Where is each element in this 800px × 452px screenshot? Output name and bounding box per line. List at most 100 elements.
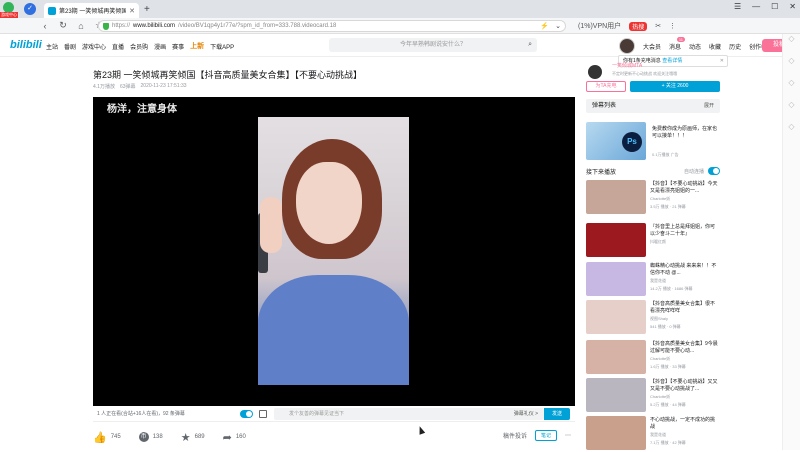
danmaku-settings-icon[interactable] [259, 410, 267, 418]
search-icon[interactable]: ⌕ [528, 38, 532, 52]
new-tab-button[interactable]: + [144, 4, 150, 15]
danmaku-input[interactable]: 发个友善的弹幕见证当下 弹幕礼仪 > [274, 408, 544, 420]
star-icon: ★ [180, 431, 191, 444]
window-close-icon[interactable]: ✕ [789, 2, 796, 11]
rec-author[interactable]: 抖暖红颜 [650, 239, 666, 245]
dropdown-icon[interactable]: ⌄ [555, 22, 561, 30]
danmaku-toggle[interactable] [240, 410, 253, 418]
recommendation-item[interactable]: 【抖音高质量美女合集】很不看漂亮咩咩咩 视图Shaly 541 播放 · 0 弹… [586, 300, 722, 336]
vpn-status[interactable]: (1%)VPN用户 [578, 21, 621, 31]
top-nav: 主站 番剧 游戏中心 直播 会员购 漫画 赛事 上新 下载APP [46, 42, 234, 51]
coin-icon: 币 [138, 432, 149, 442]
secure-shield-icon [103, 22, 109, 30]
reload-icon[interactable]: ↻ [58, 20, 68, 31]
autoplay-toggle[interactable] [708, 167, 720, 175]
video-frame [258, 117, 409, 385]
rec-title: 不心动挑战，一定不成功的挑战 [650, 417, 716, 430]
scissors-icon[interactable]: ✂ [655, 22, 661, 30]
rec-author[interactable]: 我是花道 [650, 432, 666, 438]
recommendation-item[interactable]: 【抖音】【不要心动挑战】又又又是不要心动挑战了... Charlotte妖 5.… [586, 378, 722, 414]
nav-download-app[interactable]: 下载APP [210, 42, 234, 51]
thumbs-up-icon: 👍 [93, 431, 107, 444]
nav-main[interactable]: 主站 [46, 42, 58, 51]
rec-author[interactable]: 视图Shaly [650, 316, 668, 322]
back-icon[interactable]: ‹ [40, 21, 50, 31]
nav-messages[interactable]: 消息 11 [669, 37, 686, 51]
home-icon[interactable]: ⌂ [76, 21, 86, 31]
more-icon[interactable]: ⋮ [669, 22, 676, 30]
like-button[interactable]: 👍 745 [93, 431, 121, 444]
browser-home-icon[interactable]: ✓ [24, 3, 36, 15]
watching-count: 1 人正在看(合站+16人在看)，92 条弹幕 [97, 411, 185, 417]
view-count: 4.1万播放 [93, 84, 115, 90]
tab-close-icon[interactable]: ✕ [129, 7, 135, 15]
next-up-header: 接下来播放 自动连播 [586, 167, 720, 177]
nav-vip[interactable]: 大会员 [643, 42, 661, 51]
window-minimize-icon[interactable]: — [752, 2, 760, 11]
bolt-icon[interactable]: ⚡ [540, 22, 549, 30]
tab-active[interactable]: 第23期 一笑倾城再笑倾国【抖... ✕ [44, 3, 139, 18]
frame-face [296, 162, 362, 244]
user-avatar[interactable] [619, 38, 635, 54]
report-link[interactable]: 稿件投诉 [503, 431, 527, 440]
rec-author[interactable]: Charlotte妖 [650, 394, 670, 400]
window-menu-icon[interactable]: ☰ [734, 2, 741, 11]
video-player[interactable]: 杨洋，注意身体 [93, 97, 575, 406]
rec-title: 【抖音高质量美女合集】很不看漂亮咩咩咩 [650, 301, 716, 314]
up-name[interactable]: 一笑倾城MTA [612, 62, 642, 69]
rec-author[interactable]: Charlotte妖 [650, 196, 670, 202]
charge-button[interactable]: 为TA充电 [586, 81, 626, 92]
danmaku-list-expand[interactable]: 展开 [704, 99, 714, 113]
rec-stats: 7.1万 播放 · 42 弹幕 [650, 440, 686, 445]
nav-live[interactable]: 直播 [112, 42, 124, 51]
follow-button[interactable]: + 关注 2600 [630, 81, 720, 92]
float-icon-1[interactable]: ◇ [783, 34, 800, 56]
share-button[interactable]: ➦ 160 [223, 431, 246, 444]
recommendation-item[interactable]: 【抖音】【不要心动挑战】今天又是看漂亮姐姐的一... Charlotte妖 3.… [586, 180, 722, 216]
recommendation-item[interactable]: 不心动挑战，一定不成功的挑战 我是花道 7.1万 播放 · 42 弹幕 [586, 416, 722, 452]
float-icon-3[interactable]: ◇ [783, 78, 800, 100]
rec-thumbnail [586, 300, 646, 334]
ad-card[interactable]: Ps 免费教你成为原画师，在家也可以接单！！！ 0.1万播放 广告 [586, 122, 722, 162]
nav-manga[interactable]: 漫画 [154, 42, 166, 51]
nav-dynamics[interactable]: 动态 [689, 42, 701, 51]
nav-game-center[interactable]: 游戏中心 [82, 42, 106, 51]
nav-esports[interactable]: 赛事 [172, 42, 184, 51]
send-danmaku-button[interactable]: 发送 [544, 408, 570, 420]
window-maximize-icon[interactable]: ☐ [771, 2, 778, 11]
float-icon-2[interactable]: ◇ [783, 56, 800, 78]
recommendation-item[interactable]: 『抖音里上总是拜姐姐，你可以少奋斗二十年』 抖暖红颜 [586, 223, 722, 259]
coin-button[interactable]: 币 138 [138, 432, 163, 442]
nav-history[interactable]: 历史 [729, 42, 741, 51]
hot-search-button[interactable]: 热搜 [629, 21, 648, 31]
up-description: 不定时更新不心动挑战 欢迎关注哦哦 [612, 71, 678, 76]
photoshop-icon: Ps [622, 132, 642, 152]
address-bar[interactable]: https://www.bilibili.com/video/BV1qp4y1r… [98, 20, 566, 32]
nav-bangumi[interactable]: 番剧 [64, 42, 76, 51]
rec-thumbnail [586, 340, 646, 374]
message-count-badge: 11 [676, 37, 686, 42]
ad-text: 免费教你成为原画师，在家也可以接单！！！ [652, 126, 718, 139]
recommendation-item[interactable]: 【抖音高质量美女合集】9今晨过解可能不要心动... Charlotte妖 1.6… [586, 340, 722, 376]
favorite-button[interactable]: ★ 689 [181, 431, 205, 444]
nav-special-logo[interactable]: 上新 [190, 41, 204, 51]
user-nav: 大会员 消息11 动态 收藏 历史 创作中心 [643, 37, 773, 51]
note-button[interactable]: 笔记 [534, 430, 557, 441]
more-actions-icon[interactable]: ⋯ [565, 432, 571, 439]
nav-shop[interactable]: 会员购 [130, 42, 148, 51]
up-avatar[interactable] [588, 65, 602, 79]
url-prefix: https:// [112, 23, 131, 29]
bilibili-logo[interactable]: bilibili [10, 39, 42, 51]
recommendation-item[interactable]: 蜘蛛精心动挑战 来来来！！不信你不动 @... 我是花道 14.2万 播放 · … [586, 262, 722, 298]
browser-app-icon[interactable]: 游戏中心 [0, 0, 18, 18]
float-icon-4[interactable]: ◇ [783, 100, 800, 122]
rec-author[interactable]: Charlotte妖 [650, 356, 670, 362]
danmaku-etiquette-link[interactable]: 弹幕礼仪 > [514, 408, 538, 420]
right-float-bar: ◇ ◇ ◇ ◇ ◇ [782, 34, 800, 450]
rec-author[interactable]: 我是花道 [650, 278, 666, 284]
danmaku-list-header[interactable]: 弹幕列表 展开 [586, 99, 720, 113]
nav-favorites[interactable]: 收藏 [709, 42, 721, 51]
float-icon-5[interactable]: ◇ [783, 122, 800, 144]
search-input[interactable]: 今年早熟韩剧说安什么？ ⌕ [329, 38, 537, 52]
autoplay-label: 自动连播 [683, 169, 704, 175]
